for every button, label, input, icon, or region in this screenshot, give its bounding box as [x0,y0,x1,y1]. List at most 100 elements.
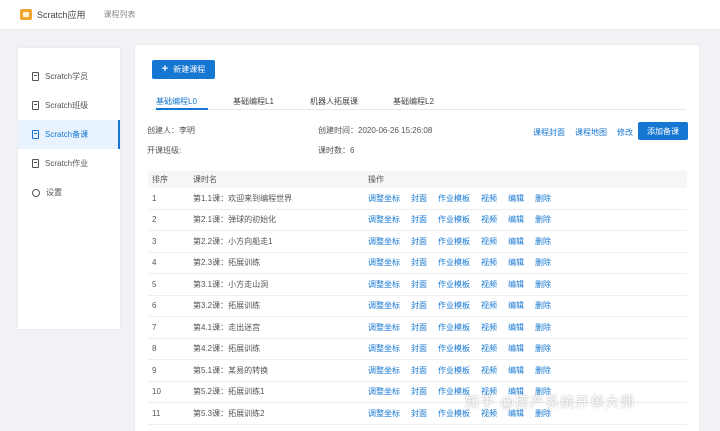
cover-link[interactable]: 封面 [411,236,427,247]
edit-lesson-link[interactable]: 编辑 [508,236,524,247]
row-actions: 调整坐标 封面 作业模板 视频 编辑 删除 [368,300,687,311]
plus-icon: + [161,63,169,75]
sidebar-item-label: Scratch班级 [45,101,89,110]
table-row: 9 第5.1课：某易的转换 调整坐标 封面 作业模板 视频 编辑 删除 [148,360,687,382]
cover-link[interactable]: 封面 [411,365,427,376]
course-map-link[interactable]: 课程地图 [575,127,607,138]
sidebar-item-lesson-prep[interactable]: Scratch备课 [18,120,120,149]
delete-link[interactable]: 删除 [535,365,551,376]
new-course-button[interactable]: + 新建课程 [152,60,215,79]
sidebar-item-homework[interactable]: Scratch作业 [18,149,120,178]
tab-basic-l1[interactable]: 基础编程L1 [233,96,274,107]
homework-template-link[interactable]: 作业模板 [438,300,470,311]
lesson-order: 11 [152,408,161,418]
creator-info: 创建人：李明 [147,126,195,135]
homework-template-link[interactable]: 作业模板 [438,322,470,333]
row-actions: 调整坐标 封面 作业模板 视频 编辑 删除 [368,236,687,247]
delete-link[interactable]: 删除 [535,214,551,225]
delete-link[interactable]: 删除 [535,279,551,290]
homework-template-link[interactable]: 作业模板 [438,214,470,225]
video-link[interactable]: 视频 [481,322,497,333]
row-actions: 调整坐标 封面 作业模板 视频 编辑 删除 [368,214,687,225]
video-link[interactable]: 视频 [481,236,497,247]
edit-lesson-link[interactable]: 编辑 [508,193,524,204]
edit-lesson-link[interactable]: 编辑 [508,343,524,354]
video-link[interactable]: 视频 [481,279,497,290]
lesson-order: 8 [152,344,157,354]
homework-template-link[interactable]: 作业模板 [438,343,470,354]
cover-link[interactable]: 封面 [411,214,427,225]
row-actions: 调整坐标 封面 作业模板 视频 编辑 删除 [368,365,687,376]
row-actions: 调整坐标 封面 作业模板 视频 编辑 删除 [368,279,687,290]
cover-link[interactable]: 封面 [411,257,427,268]
delete-link[interactable]: 删除 [535,257,551,268]
lesson-order: 7 [152,322,157,332]
lesson-name: 第2.3课：拓展训练 [193,258,261,268]
sidebar-item-classes[interactable]: Scratch班级 [18,91,120,120]
cover-link[interactable]: 封面 [411,322,427,333]
edit-lesson-link[interactable]: 编辑 [508,322,524,333]
sidebar-item-settings[interactable]: 设置 [18,178,120,207]
delete-link[interactable]: 删除 [535,322,551,333]
breadcrumb[interactable]: 课程列表 [104,9,136,20]
tab-basic-l2[interactable]: 基础编程L2 [393,96,434,107]
adjust-coords-link[interactable]: 调整坐标 [368,214,400,225]
cover-link[interactable]: 封面 [411,193,427,204]
adjust-coords-link[interactable]: 调整坐标 [368,365,400,376]
row-actions: 调整坐标 封面 作业模板 视频 编辑 删除 [368,257,687,268]
edit-lesson-link[interactable]: 编辑 [508,365,524,376]
lesson-name: 第2.2课：小方向船走1 [193,236,273,246]
course-tabs: 基础编程L0 基础编程L1 机器人拓展课 基础编程L2 [152,92,686,110]
cover-link[interactable]: 封面 [411,386,427,397]
video-link[interactable]: 视频 [481,300,497,311]
cover-link[interactable]: 封面 [411,408,427,419]
edit-lesson-link[interactable]: 编辑 [508,300,524,311]
app-logo-icon [20,9,32,20]
edit-link[interactable]: 修改 [617,127,633,138]
cover-link[interactable]: 封面 [411,343,427,354]
delete-link[interactable]: 删除 [535,193,551,204]
adjust-coords-link[interactable]: 调整坐标 [368,386,400,397]
table-row: 3 第2.2课：小方向船走1 调整坐标 封面 作业模板 视频 编辑 删除 [148,231,687,253]
edit-lesson-link[interactable]: 编辑 [508,279,524,290]
add-lesson-button[interactable]: 添加备课 [638,122,688,140]
homework-template-link[interactable]: 作业模板 [438,365,470,376]
lesson-name: 第5.3课：拓展训练2 [193,408,265,418]
adjust-coords-link[interactable]: 调整坐标 [368,193,400,204]
adjust-coords-link[interactable]: 调整坐标 [368,343,400,354]
adjust-coords-link[interactable]: 调整坐标 [368,236,400,247]
lesson-order: 9 [152,365,157,375]
edit-lesson-link[interactable]: 编辑 [508,257,524,268]
delete-link[interactable]: 删除 [535,343,551,354]
homework-template-link[interactable]: 作业模板 [438,279,470,290]
lesson-order: 1 [152,193,157,203]
cover-link[interactable]: 封面 [411,279,427,290]
delete-link[interactable]: 删除 [535,236,551,247]
created-time-info: 创建时间：2020-06-26 15:26:08 [318,126,433,135]
delete-link[interactable]: 删除 [535,300,551,311]
sidebar-item-students[interactable]: Scratch学员 [18,62,120,91]
tab-robot-extension[interactable]: 机器人拓展课 [310,96,358,107]
table-row: 6 第3.2课：拓展训练 调整坐标 封面 作业模板 视频 编辑 删除 [148,296,687,317]
course-cover-link[interactable]: 课程封面 [533,127,565,138]
homework-template-link[interactable]: 作业模板 [438,193,470,204]
adjust-coords-link[interactable]: 调整坐标 [368,300,400,311]
video-link[interactable]: 视频 [481,214,497,225]
adjust-coords-link[interactable]: 调整坐标 [368,408,400,419]
video-link[interactable]: 视频 [481,343,497,354]
lesson-order: 2 [152,215,157,225]
video-link[interactable]: 视频 [481,257,497,268]
adjust-coords-link[interactable]: 调整坐标 [368,257,400,268]
adjust-coords-link[interactable]: 调整坐标 [368,322,400,333]
document-icon [32,130,39,139]
table-row: 8 第4.2课：拓展训练 调整坐标 封面 作业模板 视频 编辑 删除 [148,339,687,360]
homework-template-link[interactable]: 作业模板 [438,257,470,268]
edit-lesson-link[interactable]: 编辑 [508,214,524,225]
adjust-coords-link[interactable]: 调整坐标 [368,279,400,290]
homework-template-link[interactable]: 作业模板 [438,236,470,247]
video-link[interactable]: 视频 [481,193,497,204]
video-link[interactable]: 视频 [481,365,497,376]
cover-link[interactable]: 封面 [411,300,427,311]
tab-basic-l0[interactable]: 基础编程L0 [156,96,197,107]
sidebar-item-label: Scratch备课 [45,130,89,139]
